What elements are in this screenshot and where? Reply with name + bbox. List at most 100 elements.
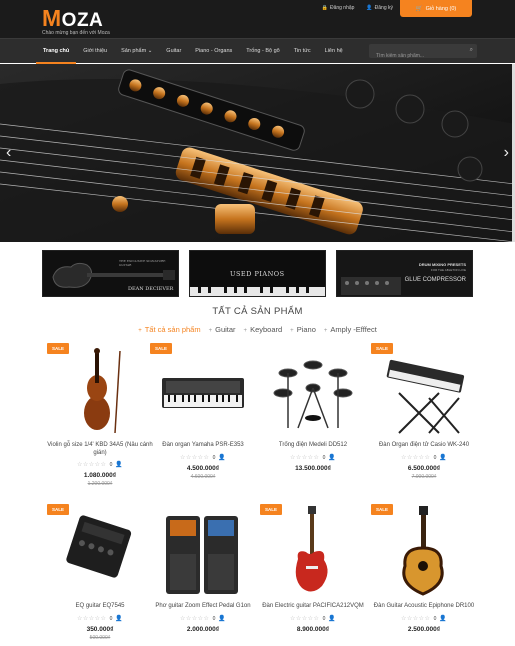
mixer-image	[337, 251, 472, 296]
sale-badge: SALE	[47, 343, 70, 354]
user-icon: 👤	[218, 616, 226, 622]
cart-icon: 🛒	[415, 5, 423, 12]
product-card[interactable]: Phơ guitar Zoom Effect Pedal G1on ☆☆☆☆☆ …	[148, 504, 258, 635]
product-price: 2.500.000₫	[407, 626, 441, 633]
product-rating: ☆☆☆☆☆ 0 👤	[77, 462, 123, 468]
product-name[interactable]: Đàn organ Yamaha PSR-E353	[148, 442, 258, 450]
product-name[interactable]: EQ guitar EQ7545	[45, 603, 155, 611]
section-title: TẤT CẢ SẢN PHẨM	[212, 306, 303, 317]
product-image[interactable]: SALE	[45, 504, 155, 599]
search-input[interactable]	[369, 49, 461, 63]
filter-all-products[interactable]: + Tất cả sản phẩm	[138, 325, 200, 334]
product-rating: ☆☆☆☆☆ 0 👤	[180, 616, 226, 622]
hero-slider[interactable]: ‹ ›	[0, 64, 515, 242]
sale-badge: SALE	[150, 343, 173, 354]
banner-used-pianos[interactable]: USED PIANOS	[189, 250, 326, 297]
product-old-price: 500.000₫	[89, 635, 111, 641]
filter-keyboard[interactable]: + Keyboard	[244, 325, 283, 334]
product-image[interactable]: SALE	[369, 343, 479, 438]
product-price: 350.000₫	[86, 626, 114, 633]
product-card[interactable]: SALE EQ guitar EQ7545 ☆☆☆☆☆ 0 👤 350.000₫…	[45, 504, 155, 641]
banner-used-pianos-title: USED PIANOS	[230, 270, 285, 278]
product-price: 1.080.000₫	[83, 472, 117, 479]
nav-item-products[interactable]: Sản phẩm ⌄	[114, 39, 159, 64]
nav-item-guitar[interactable]: Guitar	[159, 39, 188, 64]
product-image[interactable]: SALE	[45, 343, 155, 438]
sale-badge: SALE	[47, 504, 70, 515]
user-icon: 👤	[439, 455, 447, 461]
banner-dean-guitar[interactable]: DEAN DECIEVER THE EXCLUSIVE SIGNATURE GU…	[42, 250, 179, 297]
filter-amply-effect[interactable]: + Amply -Efffect	[324, 325, 377, 334]
top-header: MOZA Chào mừng bạn đến với Moza 🔒 Đăng nh…	[0, 0, 515, 38]
register-link[interactable]: 👤 Đăng ký	[366, 5, 393, 11]
sale-badge: SALE	[260, 504, 283, 515]
product-name[interactable]: Đàn Guitar Acoustic Epiphone DR100	[369, 603, 479, 611]
product-card[interactable]: Trống điện Medeli DD512 ☆☆☆☆☆ 0 👤 13.500…	[258, 343, 368, 474]
banner-drum-presets[interactable]: DRUM MIXING PRESETS FOR THE ABLETON LIVE…	[336, 250, 473, 297]
product-name[interactable]: Phơ guitar Zoom Effect Pedal G1on	[148, 603, 258, 611]
user-icon: 👤	[115, 462, 123, 468]
logo-text: MOZA	[42, 5, 104, 31]
guitar-pickup-image	[0, 64, 515, 242]
product-rating: ☆☆☆☆☆ 0 👤	[401, 455, 447, 461]
category-filter: + Tất cả sản phẩm + Guitar + Keyboard + Pian…	[0, 325, 515, 334]
product-card[interactable]: SALE Đàn Organ điện tử Casio WK-240 ☆☆☆☆…	[369, 343, 479, 480]
slider-prev-button[interactable]: ‹	[6, 144, 11, 162]
product-card[interactable]: SALE Đàn Electric guitar PACIFICA212VQM …	[258, 504, 368, 635]
main-nav: Trang chủ Giới thiệu Sản phẩm ⌄ Guitar P…	[0, 38, 515, 64]
product-price: 6.500.000₫	[407, 465, 441, 472]
nav-item-drums[interactable]: Trống - Bộ gõ	[239, 39, 286, 64]
product-card[interactable]: SALE Violin gỗ size 1/4' KBD 34A5 (Nâu c…	[45, 343, 155, 487]
slider-next-button[interactable]: ›	[504, 144, 509, 162]
product-image[interactable]: SALE	[258, 504, 368, 599]
nav-item-contact[interactable]: Liên hệ	[318, 39, 350, 64]
product-price: 8.900.000₫	[296, 626, 330, 633]
product-image[interactable]: SALE	[369, 504, 479, 599]
product-price: 13.500.000₫	[295, 465, 331, 472]
nav-item-news[interactable]: Tin tức	[287, 39, 318, 64]
search-box: ⌕	[369, 44, 477, 63]
product-card[interactable]: SALE Đàn organ Yamaha PSR-E353 ☆☆☆☆☆ 0 👤…	[148, 343, 258, 480]
product-name[interactable]: Đàn Electric guitar PACIFICA212VQM	[258, 603, 368, 611]
product-rating: ☆☆☆☆☆ 0 👤	[290, 616, 336, 622]
product-image[interactable]	[148, 504, 258, 599]
banner-dean-title: DEAN DECIEVER	[128, 286, 174, 292]
nav-item-home[interactable]: Trang chủ	[36, 39, 77, 64]
user-icon: 👤	[218, 455, 226, 461]
product-rating: ☆☆☆☆☆ 0 👤	[401, 616, 447, 622]
product-card[interactable]: SALE Đàn Guitar Acoustic Epiphone DR100 …	[369, 504, 479, 635]
chevron-down-icon: ⌄	[147, 48, 153, 54]
banner-dean-subtitle: THE EXCLUSIVE SIGNATURE GUITAR	[119, 259, 166, 267]
product-rating: ☆☆☆☆☆ 0 👤	[180, 455, 226, 461]
login-link[interactable]: 🔒 Đăng nhập	[322, 5, 355, 11]
product-image[interactable]: SALE	[148, 343, 258, 438]
user-icon: 👤	[328, 616, 336, 622]
product-old-price: 4.600.000₫	[190, 474, 216, 480]
product-rating: ☆☆☆☆☆ 0 👤	[290, 455, 336, 461]
logo-tagline: Chào mừng bạn đến với Moza	[42, 30, 110, 36]
user-icon: 👤	[328, 455, 336, 461]
logo[interactable]: MOZA Chào mừng bạn đến với Moza	[42, 5, 110, 37]
search-icon[interactable]: ⌕	[470, 47, 473, 54]
user-icon: 👤	[366, 5, 373, 11]
nav-item-about[interactable]: Giới thiệu	[76, 39, 114, 64]
banner-drum-line3: GLUE COMPRESSOR	[404, 277, 466, 283]
product-price: 4.500.000₫	[186, 465, 220, 472]
filter-piano[interactable]: + Piano	[290, 325, 316, 334]
product-price: 2.000.000₫	[186, 626, 220, 633]
user-icon: 👤	[115, 616, 123, 622]
nav-item-piano-organs[interactable]: Piano - Organs	[188, 39, 239, 64]
product-rating: ☆☆☆☆☆ 0 👤	[77, 616, 123, 622]
product-old-price: 7.000.000₫	[411, 474, 437, 480]
lock-icon: 🔒	[321, 5, 328, 11]
sale-badge: SALE	[371, 343, 394, 354]
product-image[interactable]	[258, 343, 368, 438]
sale-badge: SALE	[371, 504, 394, 515]
product-name[interactable]: Trống điện Medeli DD512	[258, 442, 368, 450]
filter-guitar[interactable]: + Guitar	[209, 325, 236, 334]
cart-button[interactable]: 🛒 Giỏ hàng (0)	[400, 0, 472, 17]
banner-drum-line1: DRUM MIXING PRESETS	[418, 262, 466, 267]
product-name[interactable]: Đàn Organ điện tử Casio WK-240	[369, 442, 479, 450]
product-name[interactable]: Violin gỗ size 1/4' KBD 34A5 (Nâu cánh g…	[45, 442, 155, 457]
user-icon: 👤	[439, 616, 447, 622]
